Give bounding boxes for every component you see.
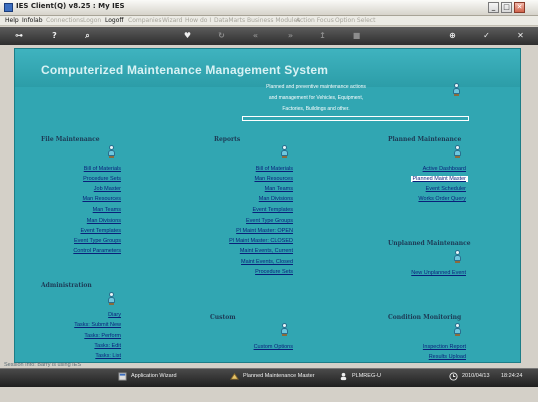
link-new-unplanned-event[interactable]: New Unplanned Event [411, 270, 466, 276]
user-icon[interactable] [339, 372, 348, 381]
planned-maintenance-heading: Planned Maintenance [388, 136, 462, 143]
link-bill-of-materials[interactable]: Bill of Materials [84, 166, 121, 172]
description-line-1: Planned and preventive maintenance actio… [266, 84, 366, 90]
custom-heading: Custom [210, 314, 236, 321]
add-icon[interactable]: ⊕ [447, 30, 458, 41]
file-maintenance-icon [107, 145, 116, 158]
custom-icon [280, 323, 289, 336]
taskbar: Application Wizard Planned Maintenance M… [0, 368, 538, 387]
description-line-3: Factories, Buildings and other. [282, 106, 350, 112]
minimize-button[interactable]: _ [488, 2, 499, 13]
heart-icon[interactable]: ♥ [182, 30, 193, 41]
close-button[interactable]: ✕ [514, 2, 525, 13]
report-event-templates[interactable]: Event Templates [252, 207, 293, 213]
reports-icon [280, 145, 289, 158]
reports-heading: Reports [214, 136, 241, 143]
administration-icon [107, 292, 116, 305]
search-icon[interactable]: ⌕ [82, 30, 93, 41]
link-procedure-sets[interactable]: Procedure Sets [83, 176, 121, 182]
wizard-icon[interactable] [118, 372, 127, 381]
link-diary[interactable]: Diary [108, 312, 121, 318]
menu-help[interactable]: Help [5, 17, 19, 24]
link-event-templates[interactable]: Event Templates [80, 228, 121, 234]
planned-maintenance-icon[interactable] [230, 372, 239, 381]
menu-companies[interactable]: Companies [128, 17, 161, 24]
window-title: IES Client(Q) v8.25 : My IES [16, 2, 125, 10]
close-icon[interactable]: ✕ [515, 30, 526, 41]
check-icon[interactable]: ✓ [481, 30, 492, 41]
page-title: Computerized Maintenance Management Syst… [41, 63, 329, 77]
planned-maintenance-icon [453, 145, 462, 158]
link-active-dashboard[interactable]: Active Dashboard [423, 166, 466, 172]
menu-wizard[interactable]: Wizard [162, 17, 182, 24]
link-event-type-groups[interactable]: Event Type Groups [74, 238, 121, 244]
taskbar-application-wizard[interactable]: Application Wizard [131, 373, 177, 379]
report-maint-events-current[interactable]: Maint Events, Current [240, 248, 293, 254]
description-line-2: and management for Vehicles, Equipment, [268, 95, 364, 101]
link-tasks-perform[interactable]: Tasks: Perform [84, 333, 121, 339]
link-event-scheduler[interactable]: Event Scheduler [426, 186, 466, 192]
report-maint-events-closed[interactable]: Maint Events, Closed [241, 259, 293, 265]
report-man-teams[interactable]: Man Teams [265, 186, 293, 192]
maximize-button[interactable]: □ [501, 2, 512, 13]
report-pl-maint-master-open[interactable]: Pl Maint Master: OPEN [236, 228, 293, 234]
taskbar-date: 2010/04/13 [462, 373, 490, 379]
report-pl-maint-master-closed[interactable]: Pl Maint Master: CLOSED [229, 238, 293, 244]
link-works-order-query[interactable]: Works Order Query [418, 196, 466, 202]
menu-action-focus[interactable]: Action Focus [296, 17, 334, 24]
help-icon[interactable]: ? [49, 30, 60, 41]
upload-icon[interactable]: ↥ [317, 30, 328, 41]
bottom-strip [0, 387, 538, 402]
unplanned-maintenance-heading: Unplanned Maintenance [388, 240, 471, 247]
divider [242, 116, 469, 121]
link-tasks-edit[interactable]: Tasks: Edit [94, 343, 121, 349]
link-results-upload[interactable]: Results Upload [429, 354, 466, 360]
report-man-resources[interactable]: Man Resources [254, 176, 293, 182]
menu-option-select[interactable]: Option Select [335, 17, 375, 24]
toolbar: ⊶ ? ⌕ ♥ ↻ « » ↥ ■ ⊕ ✓ ✕ [0, 27, 538, 45]
main-panel: Computerized Maintenance Management Syst… [14, 48, 521, 363]
taskbar-time: 18:24:24 [501, 373, 523, 379]
menu-logoff[interactable]: Logoff [105, 17, 124, 24]
link-control-parameters[interactable]: Control Parameters [73, 248, 121, 254]
report-bill-of-materials[interactable]: Bill of Materials [256, 166, 293, 172]
report-event-type-groups[interactable]: Event Type Groups [246, 218, 293, 224]
menu-bar: Help Infolab Connections Logon Logoff Co… [0, 16, 538, 26]
banner: Computerized Maintenance Management Syst… [15, 49, 520, 87]
clock-icon [449, 372, 458, 381]
link-tasks-list[interactable]: Tasks: List [95, 353, 121, 359]
link-inspection-report[interactable]: Inspection Report [423, 344, 466, 350]
person-icon [452, 83, 461, 96]
link-job-master[interactable]: Job Master [94, 186, 121, 192]
administration-heading: Administration [41, 282, 92, 289]
taskbar-planned-maintenance-master[interactable]: Planned Maintenance Master [243, 373, 315, 379]
link-man-divisions[interactable]: Man Divisions [87, 218, 121, 224]
key-icon[interactable]: ⊶ [10, 30, 28, 41]
app-icon [4, 3, 13, 12]
refresh-icon[interactable]: ↻ [216, 30, 227, 41]
rewind-icon[interactable]: « [250, 30, 261, 41]
link-planned-maint-master[interactable]: Planned Maint Master [410, 176, 468, 182]
menu-business-modules[interactable]: Business Modules [247, 17, 300, 24]
link-custom-options[interactable]: Custom Options [254, 344, 293, 350]
condition-monitoring-icon [453, 323, 462, 336]
condition-monitoring-heading: Condition Monitoring [388, 314, 462, 321]
menu-how-do-i[interactable]: How do I [185, 17, 211, 24]
unplanned-maintenance-icon [453, 250, 462, 263]
menu-datamarts[interactable]: DataMarts [214, 17, 245, 24]
fast-forward-icon[interactable]: » [285, 30, 296, 41]
link-man-teams[interactable]: Man Teams [93, 207, 121, 213]
taskbar-user-code[interactable]: PLMREG-U [352, 373, 381, 379]
title-bar: IES Client(Q) v8.25 : My IES _ □ ✕ [0, 0, 538, 16]
report-man-divisions[interactable]: Man Divisions [259, 196, 293, 202]
report-procedure-sets[interactable]: Procedure Sets [255, 269, 293, 275]
menu-infolab[interactable]: Infolab [22, 17, 43, 24]
file-maintenance-heading: File Maintenance [41, 136, 100, 143]
link-tasks-submit-new[interactable]: Tasks: Submit New [74, 322, 121, 328]
menu-logon[interactable]: Logon [83, 17, 101, 24]
link-man-resources[interactable]: Man Resources [82, 196, 121, 202]
menu-connections[interactable]: Connections [46, 17, 83, 24]
stop-icon[interactable]: ■ [351, 30, 362, 41]
